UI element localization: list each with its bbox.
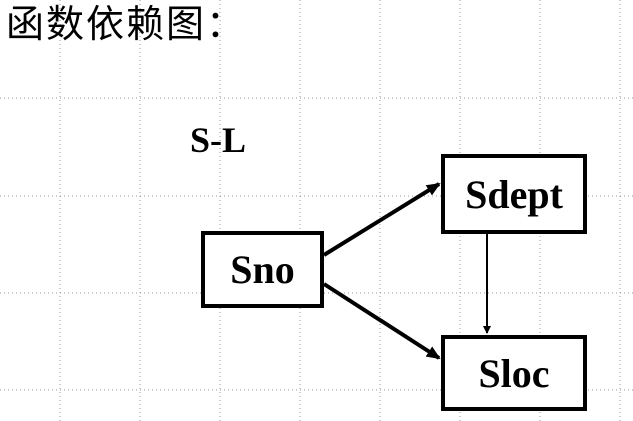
- slide: 函数依赖图： S-L Sno Sdept Sloc: [0, 0, 633, 421]
- node-sdept: Sdept: [441, 154, 587, 234]
- node-sloc: Sloc: [441, 335, 587, 411]
- node-sno: Sno: [201, 231, 324, 308]
- arrow-sno-to-sdept: [322, 182, 441, 257]
- arrow-sno-to-sloc: [322, 282, 441, 360]
